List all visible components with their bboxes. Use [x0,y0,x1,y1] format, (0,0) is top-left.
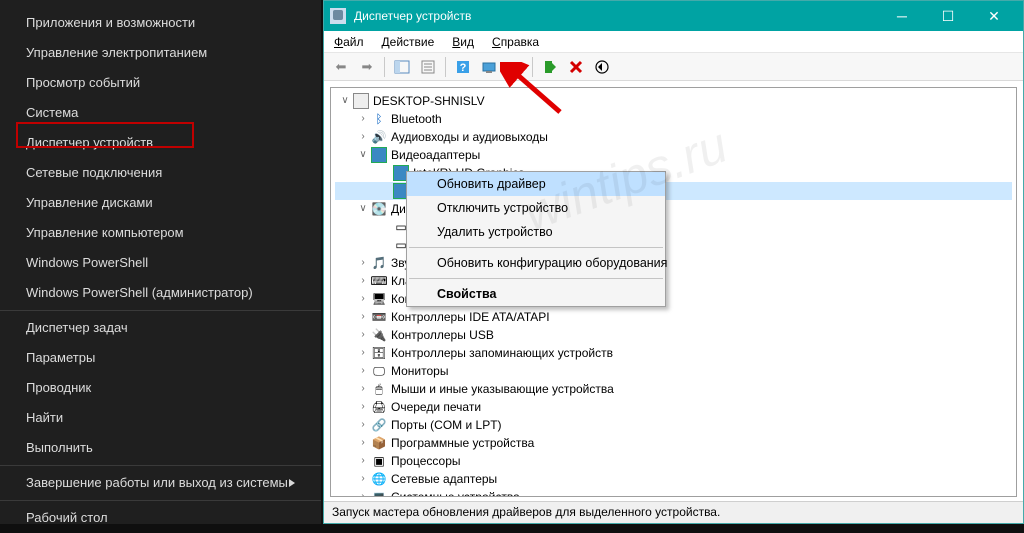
menu-item-search[interactable]: Найти [0,403,321,433]
tree-node[interactable]: ›📼Контроллеры IDE ATA/ATAPI [335,308,1012,326]
storage-icon: 🗄 [371,345,387,361]
tree-node[interactable]: ›🌐Сетевые адаптеры [335,470,1012,488]
tree-node[interactable]: ›📦Программные устройства [335,434,1012,452]
tree-node[interactable]: ›🔊Аудиовходы и аудиовыходы [335,128,1012,146]
controller-icon: 📼 [371,309,387,325]
menu-item-apps[interactable]: Приложения и возможности [0,8,321,38]
enable-device-button[interactable] [539,56,561,78]
window-title: Диспетчер устройств [354,9,471,23]
ctx-update-driver[interactable]: Обновить драйвер [407,172,665,196]
port-icon: 🔗 [371,417,387,433]
uninstall-device-button[interactable] [565,56,587,78]
tree-node[interactable]: ∨Видеоадаптеры [335,146,1012,164]
menu-help[interactable]: Справка [492,35,539,49]
cpu-icon: ▣ [371,453,387,469]
maximize-button[interactable]: ☐ [925,1,971,31]
mouse-icon: 🖱 [371,381,387,397]
tree-root[interactable]: ∨DESKTOP-SHNISLV [335,92,1012,110]
properties-button[interactable] [417,56,439,78]
computer-icon: 🖥 [371,291,387,307]
tree-node[interactable]: ›🖱Мыши и иные указывающие устройства [335,380,1012,398]
menu-item-settings[interactable]: Параметры [0,343,321,373]
menu-item-shutdown[interactable]: Завершение работы или выход из системы [0,468,321,498]
menu-file[interactable]: Файл [334,35,364,49]
bluetooth-icon: ᛒ [371,111,387,127]
separator [0,310,321,311]
menu-item-run[interactable]: Выполнить [0,433,321,463]
back-button[interactable]: ⬅ [330,56,352,78]
status-bar: Запуск мастера обновления драйверов для … [324,501,1023,523]
computer-icon [353,93,369,109]
ctx-uninstall-device[interactable]: Удалить устройство [407,220,665,244]
menu-item-explorer[interactable]: Проводник [0,373,321,403]
software-icon: 📦 [371,435,387,451]
show-hide-tree-button[interactable] [391,56,413,78]
update-driver-button[interactable] [504,56,526,78]
keyboard-icon: ⌨ [371,273,387,289]
printer-icon: 🖨 [371,399,387,415]
forward-button[interactable]: ➡ [356,56,378,78]
tree-node[interactable]: ›🖵Мониторы [335,362,1012,380]
separator [0,500,321,501]
sound-icon: 🎵 [371,255,387,271]
menu-item-network[interactable]: Сетевые подключения [0,158,321,188]
menu-view[interactable]: Вид [452,35,474,49]
monitor-icon: 🖵 [371,363,387,379]
tree-node[interactable]: ›ᛒBluetooth [335,110,1012,128]
ctx-disable-device[interactable]: Отключить устройство [407,196,665,220]
display-adapter-icon [371,147,387,163]
separator [409,247,663,248]
tree-node[interactable]: ›🔗Порты (COM и LPT) [335,416,1012,434]
help-button[interactable]: ? [452,56,474,78]
network-icon: 🌐 [371,471,387,487]
svg-text:?: ? [460,62,467,74]
toolbar: ⬅ ➡ ? [324,53,1023,81]
tree-node[interactable]: ›🗄Контроллеры запоминающих устройств [335,344,1012,362]
separator [409,278,663,279]
menu-item-power[interactable]: Управление электропитанием [0,38,321,68]
tree-node[interactable]: ›🔌Контроллеры USB [335,326,1012,344]
title-bar[interactable]: Диспетчер устройств ─ ☐ ✕ [324,1,1023,31]
disk-icon: 💽 [371,201,387,217]
device-manager-window: Диспетчер устройств ─ ☐ ✕ Файл Действие … [323,0,1024,524]
menu-item-comp-mgmt[interactable]: Управление компьютером [0,218,321,248]
tree-node[interactable]: ›💻Системные устройства [335,488,1012,497]
close-button[interactable]: ✕ [971,1,1017,31]
audio-icon: 🔊 [371,129,387,145]
winx-menu: Приложения и возможности Управление элек… [0,0,321,524]
tree-node[interactable]: ›🖨Очереди печати [335,398,1012,416]
separator [0,465,321,466]
menu-item-powershell[interactable]: Windows PowerShell [0,248,321,278]
menu-item-disk-mgmt[interactable]: Управление дисками [0,188,321,218]
ctx-scan-hardware[interactable]: Обновить конфигурацию оборудования [407,251,665,275]
system-icon: 💻 [371,489,387,497]
menu-bar: Файл Действие Вид Справка [324,31,1023,53]
ctx-properties[interactable]: Свойства [407,282,665,306]
app-icon [330,8,346,24]
tree-node[interactable]: ›▣Процессоры [335,452,1012,470]
minimize-button[interactable]: ─ [879,1,925,31]
menu-item-events[interactable]: Просмотр событий [0,68,321,98]
usb-icon: 🔌 [371,327,387,343]
disable-device-button[interactable] [591,56,613,78]
menu-action[interactable]: Действие [382,35,435,49]
context-menu: Обновить драйвер Отключить устройство Уд… [406,171,666,307]
red-highlight-box [16,122,194,148]
scan-hardware-button[interactable] [478,56,500,78]
menu-item-desktop[interactable]: Рабочий стол [0,503,321,533]
menu-item-taskmgr[interactable]: Диспетчер задач [0,313,321,343]
menu-item-powershell-admin[interactable]: Windows PowerShell (администратор) [0,278,321,308]
